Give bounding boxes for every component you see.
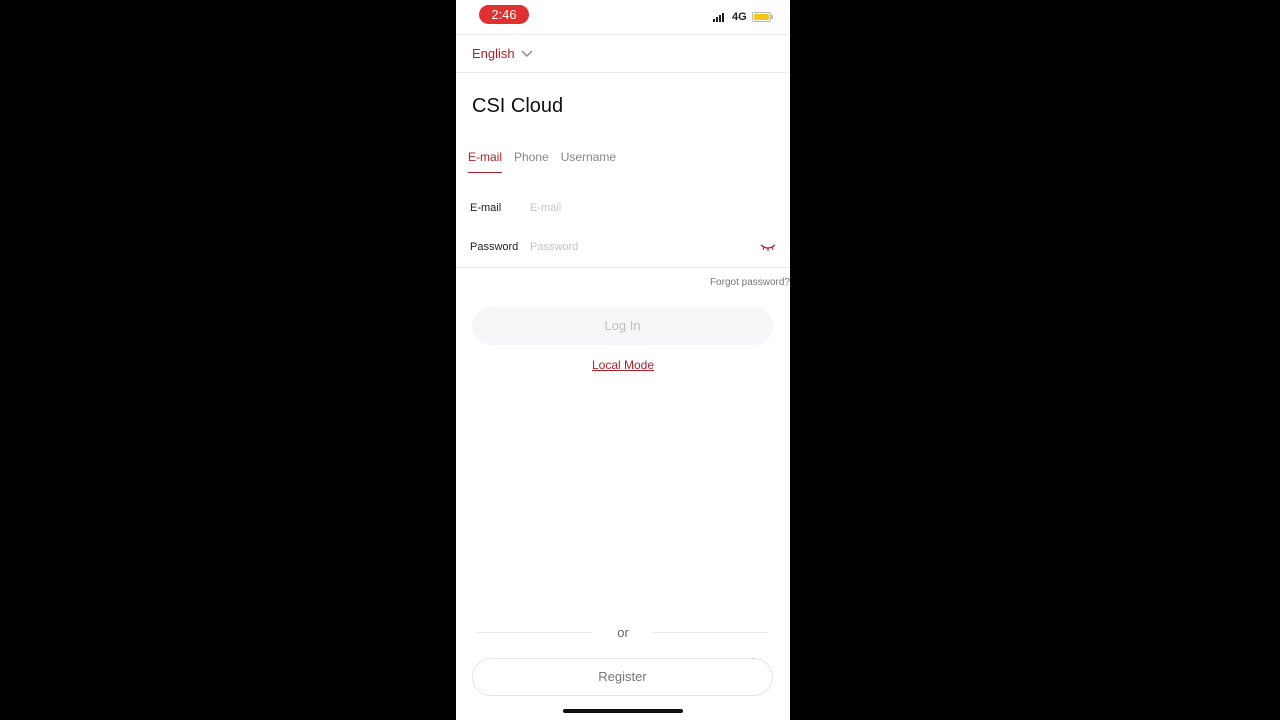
phone-screen: 2:46 4G English CSI Cloud E-mail Phone U… — [456, 0, 790, 720]
tab-email[interactable]: E-mail — [468, 150, 503, 173]
language-label: English — [472, 46, 515, 61]
battery-icon — [752, 12, 773, 22]
password-label: Password — [470, 241, 519, 253]
tab-phone[interactable]: Phone — [514, 150, 549, 173]
email-row: E-mail — [470, 198, 776, 218]
status-bar: 2:46 4G — [456, 0, 790, 34]
login-method-tabs: E-mail Phone Username — [468, 150, 628, 173]
password-divider — [456, 267, 790, 268]
local-mode-link[interactable]: Local Mode — [456, 358, 790, 372]
status-time: 2:46 — [479, 5, 529, 24]
home-indicator[interactable] — [563, 709, 683, 713]
tab-username[interactable]: Username — [561, 150, 616, 173]
email-field[interactable] — [530, 202, 776, 214]
email-label: E-mail — [470, 202, 502, 214]
signal-icon — [713, 12, 727, 22]
or-divider-right — [652, 632, 768, 633]
password-field[interactable] — [530, 241, 760, 253]
register-button[interactable]: Register — [472, 658, 773, 696]
language-divider — [456, 72, 790, 73]
header-divider — [456, 34, 790, 35]
network-type: 4G — [732, 11, 747, 23]
chevron-down-icon — [521, 50, 533, 57]
app-title: CSI Cloud — [472, 95, 564, 117]
forgot-password-link[interactable]: Forgot password? — [710, 277, 790, 288]
login-button[interactable]: Log In — [472, 307, 773, 345]
language-selector[interactable]: English — [472, 46, 533, 61]
eye-closed-icon[interactable] — [760, 242, 776, 252]
password-row: Password — [470, 237, 776, 257]
